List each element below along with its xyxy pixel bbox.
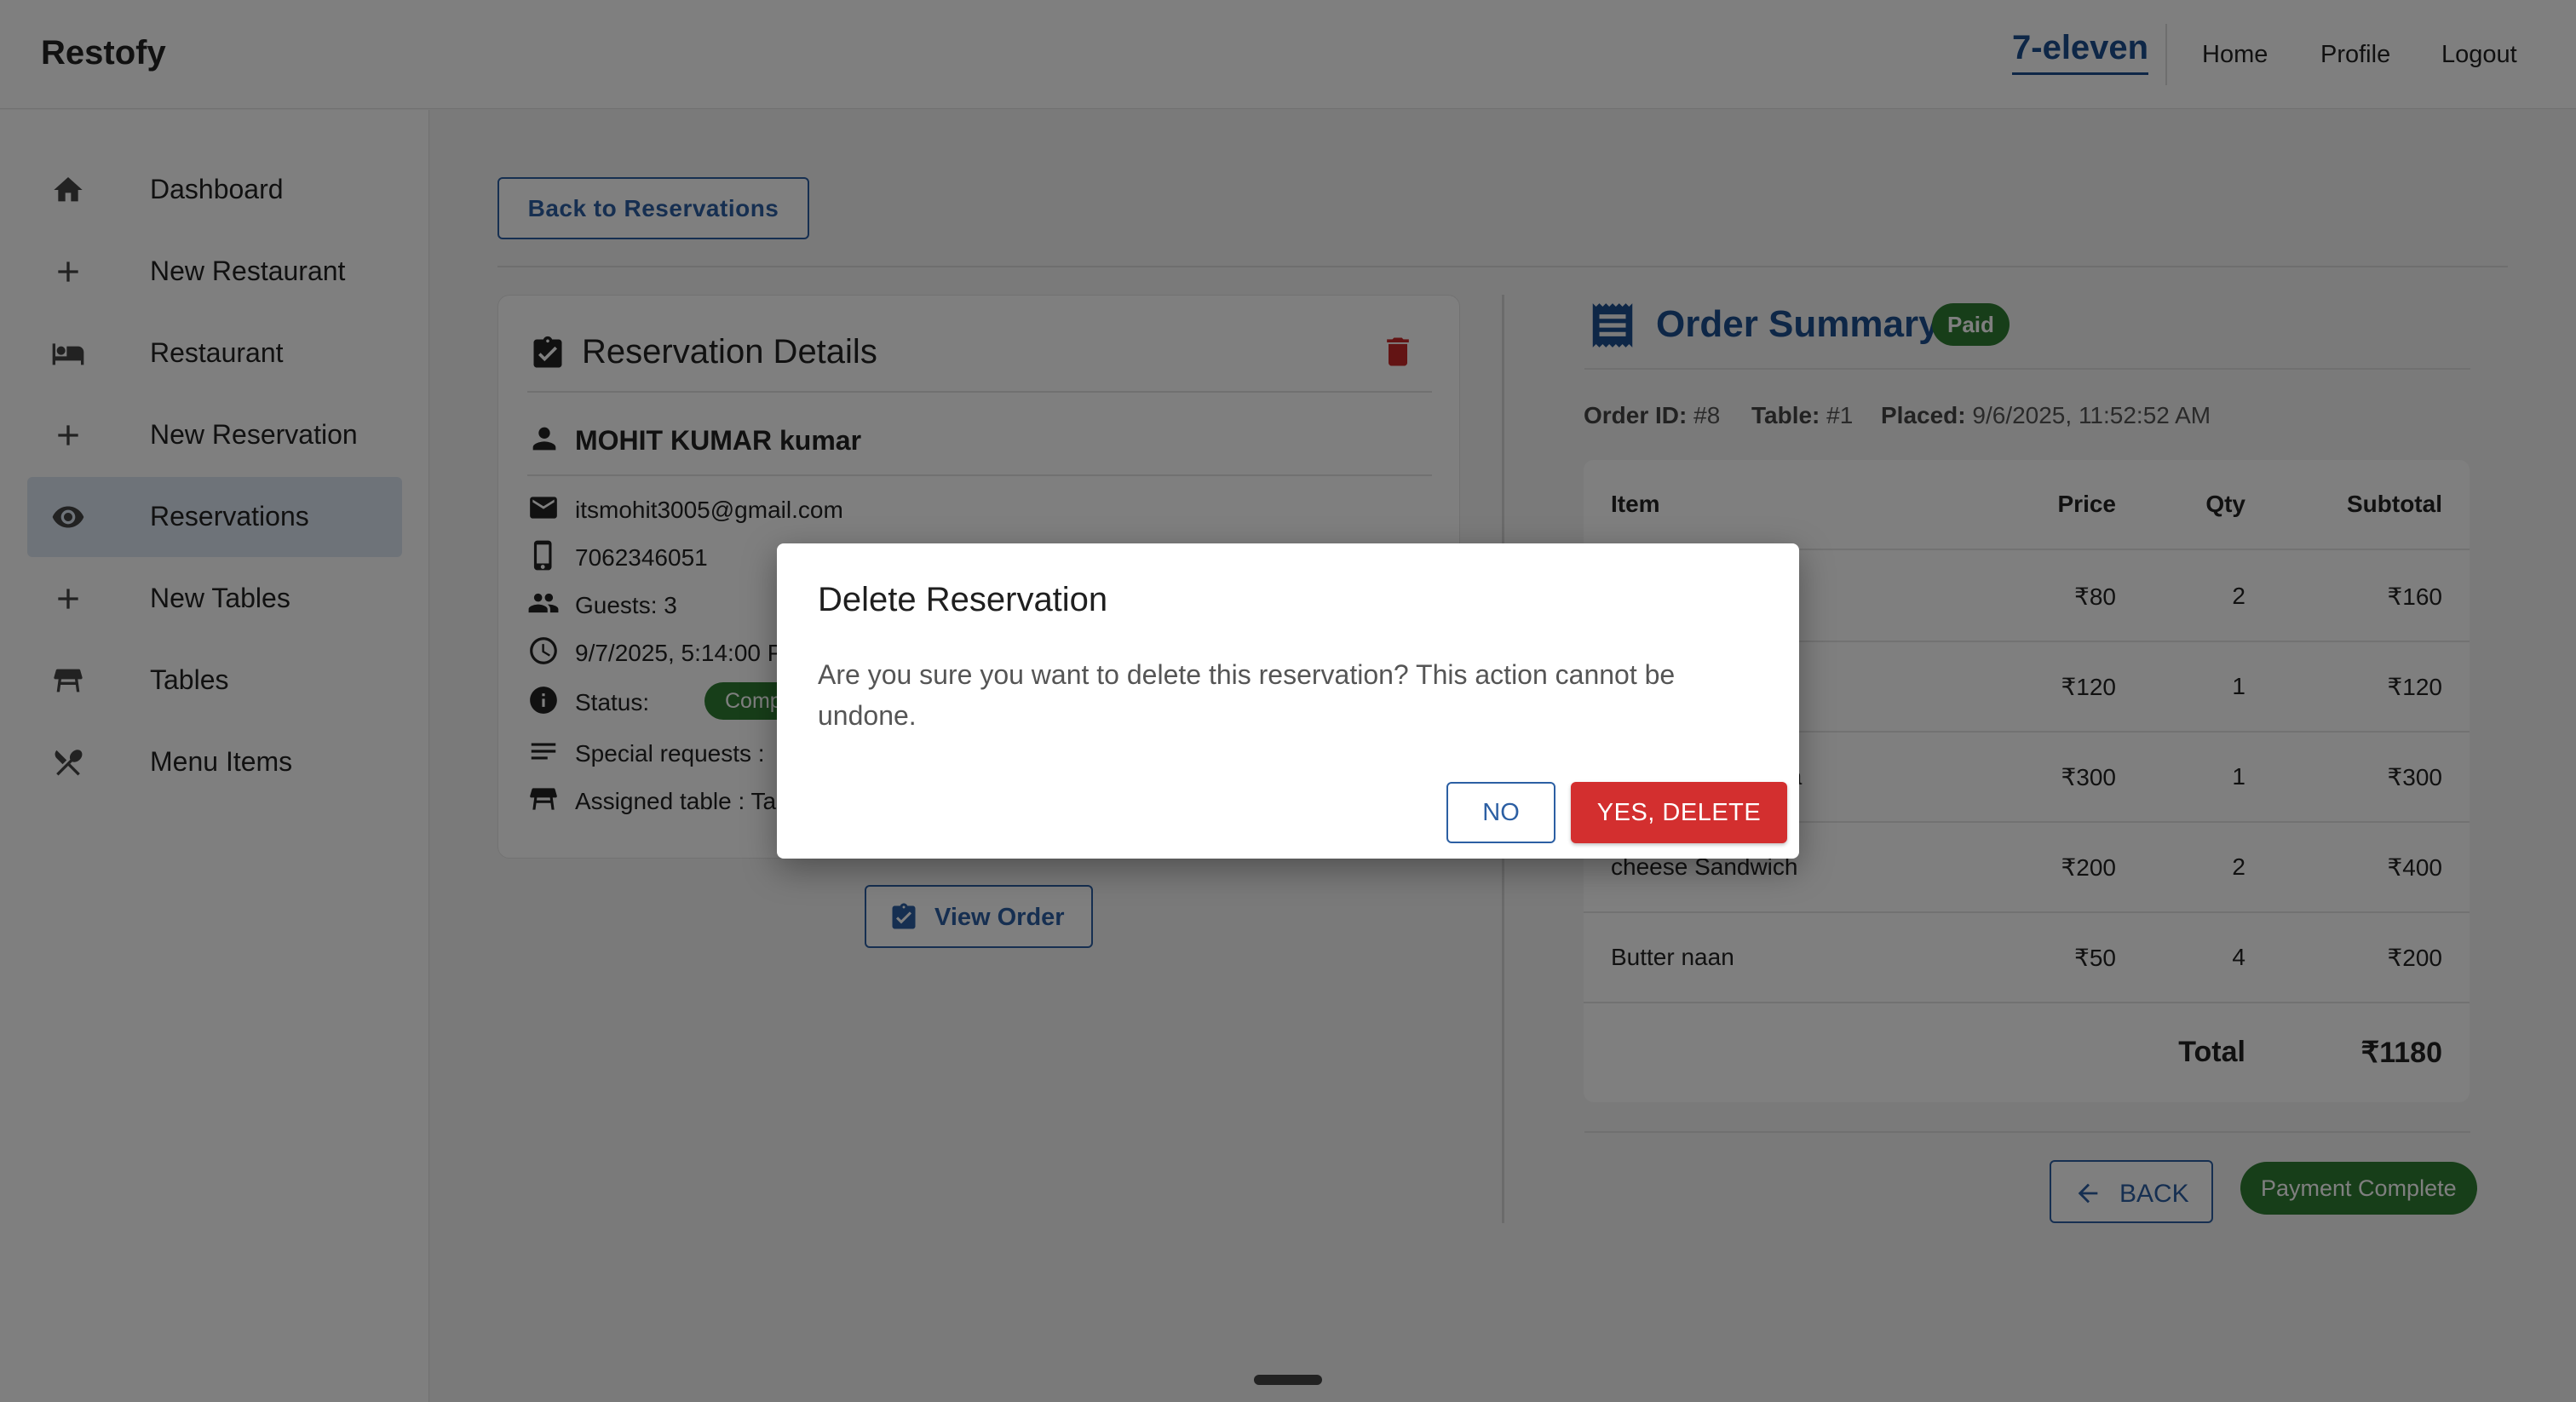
yes-delete-button[interactable]: YES, DELETE (1571, 782, 1787, 843)
dialog-message: Are you sure you want to delete this res… (818, 659, 1676, 731)
home-indicator (1254, 1375, 1322, 1385)
no-button[interactable]: NO (1446, 782, 1555, 843)
delete-reservation-dialog: Delete Reservation Are you sure you want… (777, 543, 1799, 859)
dialog-title: Delete Reservation (818, 581, 1108, 618)
